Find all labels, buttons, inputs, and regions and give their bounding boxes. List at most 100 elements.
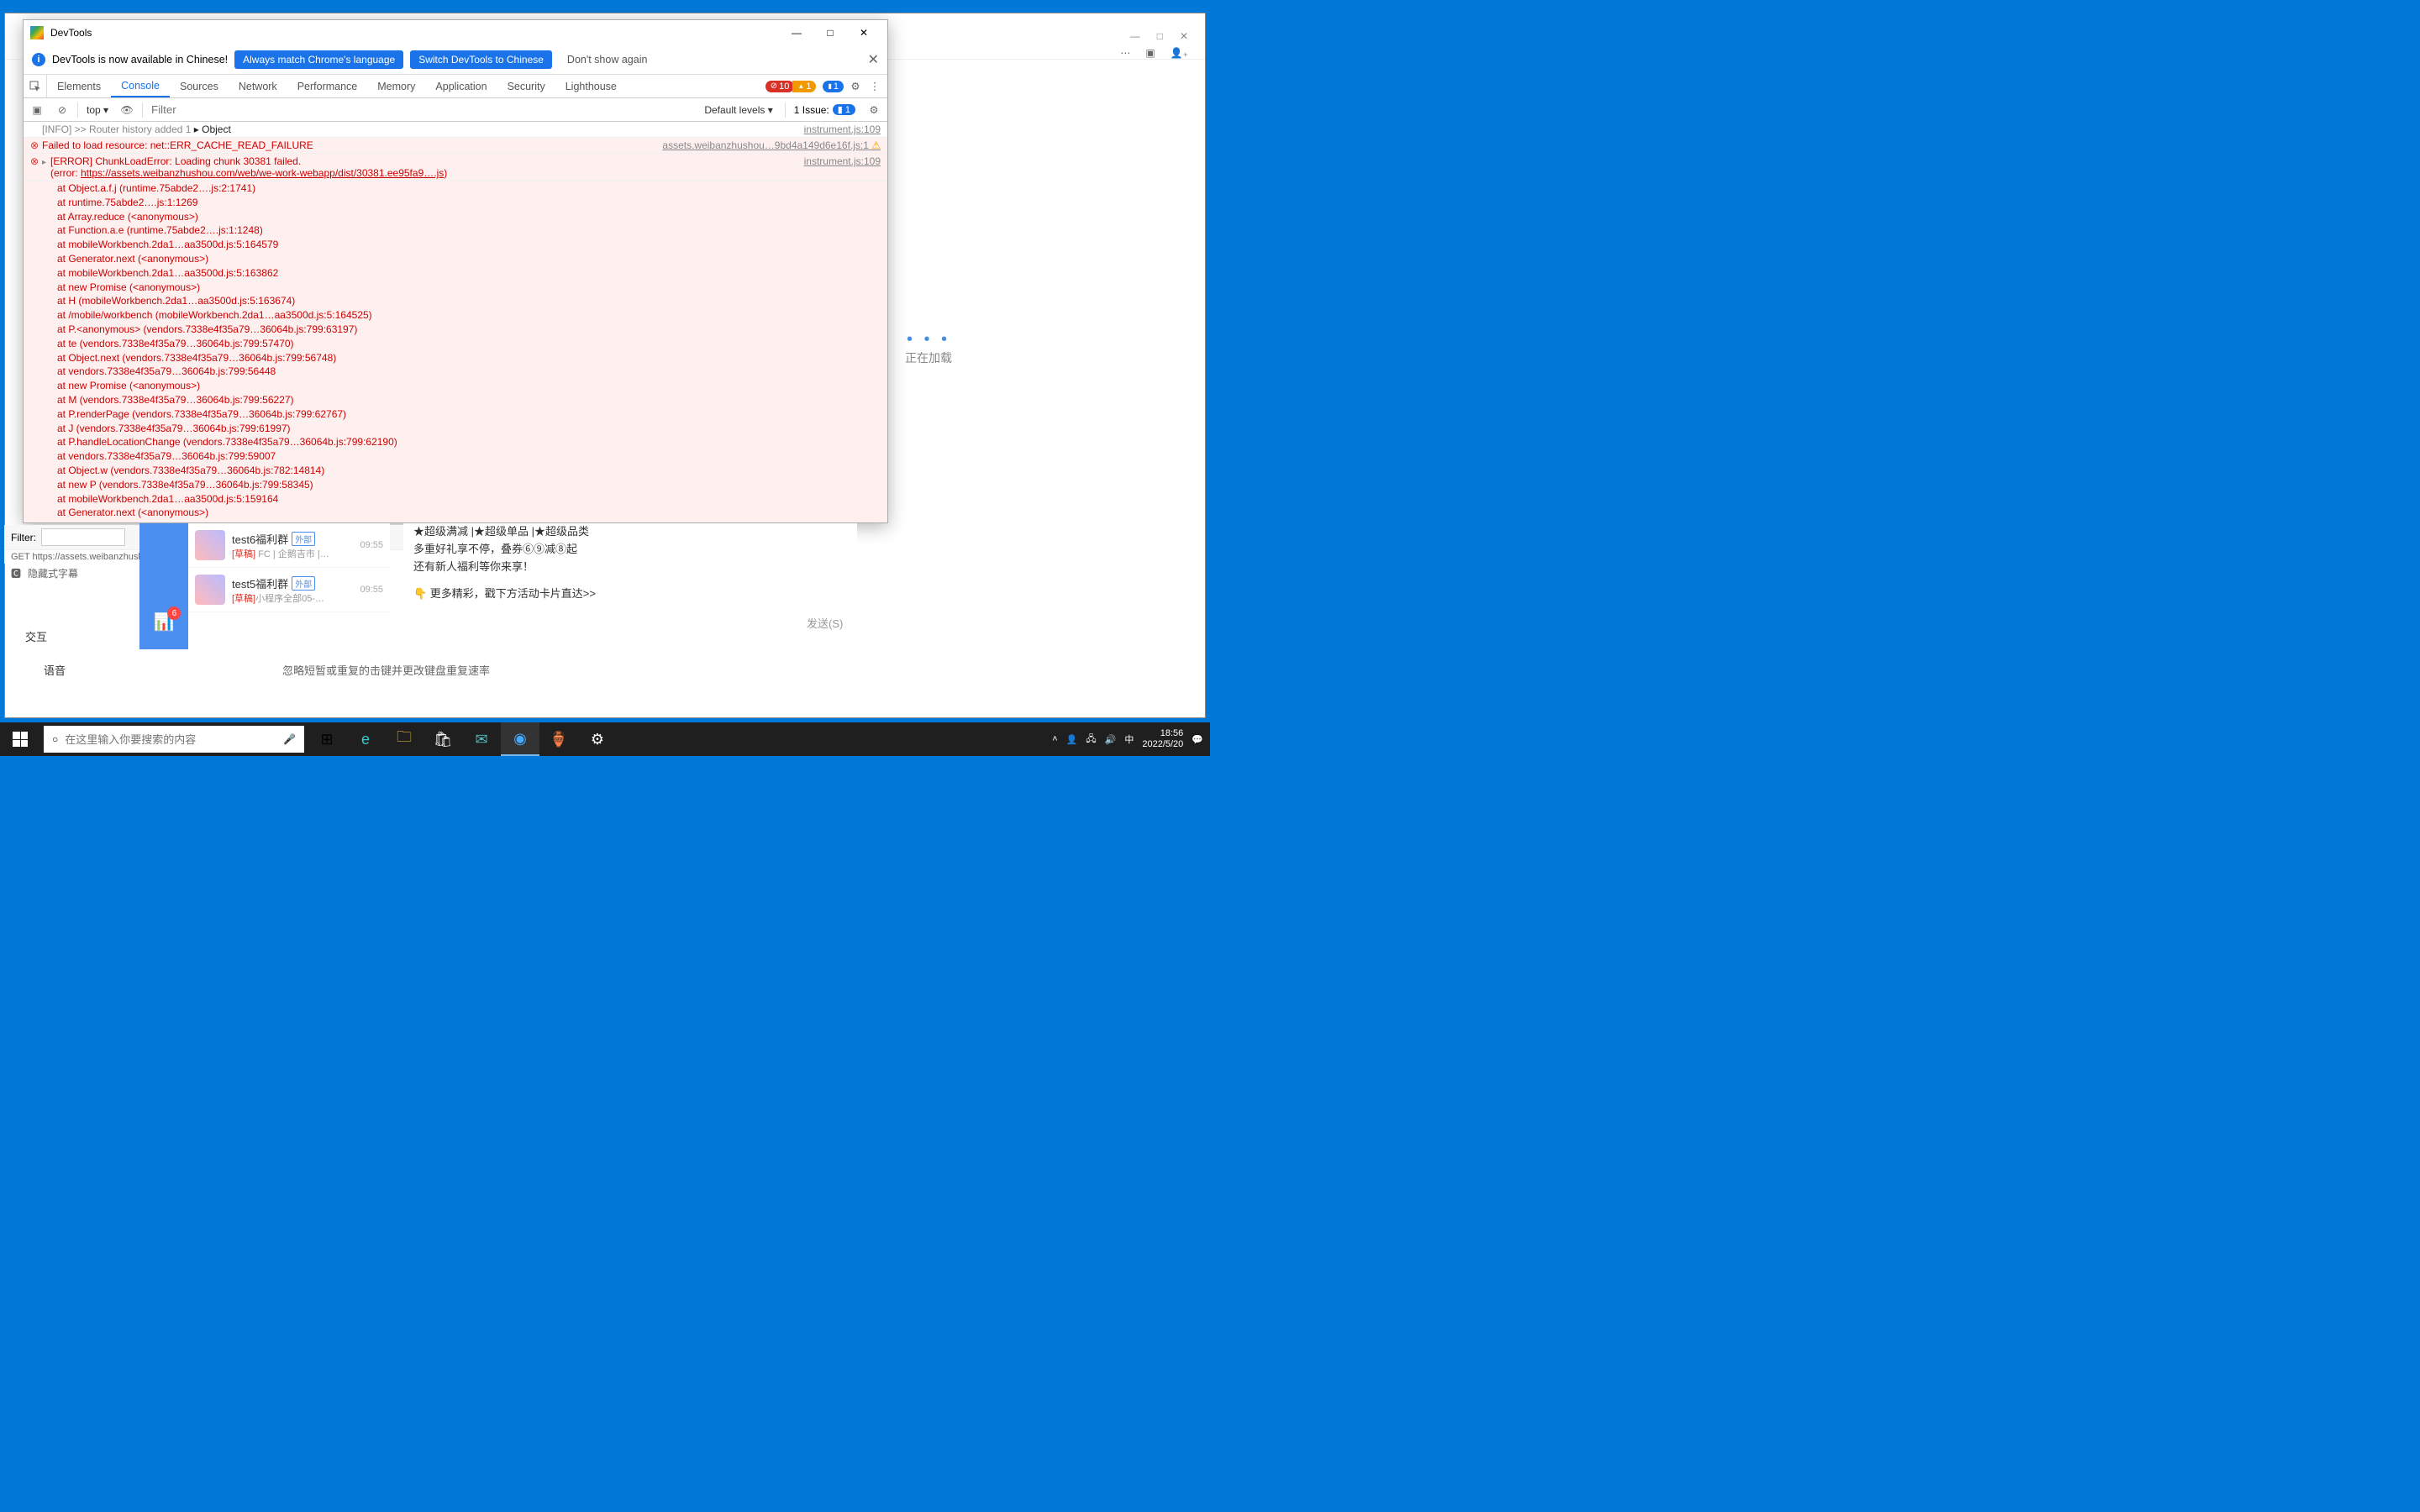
mail-icon[interactable]: ✉ — [462, 722, 501, 756]
maximize-button[interactable]: □ — [813, 20, 847, 45]
switch-language-button[interactable]: Switch DevTools to Chinese — [410, 50, 552, 69]
expand-icon[interactable] — [42, 155, 50, 179]
minimize-button[interactable]: — — [780, 20, 813, 45]
minimize-bg-icon[interactable]: — — [1130, 30, 1140, 42]
notifications-icon[interactable]: 💬 — [1192, 734, 1203, 745]
loading-dots-icon: • • • — [905, 330, 952, 349]
subtitle-icon: 🅲 — [11, 566, 21, 580]
avatar — [195, 575, 225, 605]
chat-item[interactable]: test6福利群外部 [草稿] FC | 企鹅吉市 |… 09:55 — [188, 523, 390, 568]
tab-console[interactable]: Console — [111, 75, 170, 97]
interact-section: 交互 — [25, 628, 47, 644]
filter-label: Filter: — [11, 532, 36, 543]
tab-network[interactable]: Network — [229, 75, 287, 97]
app-sidebar: 📊 6 — [139, 523, 188, 649]
chat-content: ★超级满减 |★超级单品 |★超级品类 多重好礼享不停，叠券⑥⑨减⑧起 还有新人… — [403, 523, 857, 603]
inspect-icon[interactable] — [24, 75, 47, 97]
loading-text: 正在加载 — [905, 349, 952, 366]
source-link[interactable]: instrument.js:109 — [804, 123, 881, 135]
console-toolbar: ▣ ⊘ top ▾ 👁 Default levels ▾ 1 Issue: ▮ … — [24, 98, 887, 122]
source-link[interactable]: assets.weibanzhushou…9bd4a149d6e16f.js:1 — [662, 139, 881, 151]
tab-performance[interactable]: Performance — [287, 75, 368, 97]
more-icon[interactable]: ⋯ — [1120, 47, 1130, 59]
search-icon: ○ — [52, 733, 58, 745]
log-row: Failed to load resource: net::ERR_CACHE_… — [24, 138, 887, 154]
log-row: [INFO] >> Router history added 1 ▸ Objec… — [24, 122, 887, 138]
tab-application[interactable]: Application — [425, 75, 497, 97]
start-button[interactable] — [0, 722, 40, 756]
tray-up-icon[interactable]: ˄ — [1052, 734, 1057, 744]
notice-text: DevTools is now available in Chinese! — [52, 54, 228, 66]
tab-memory[interactable]: Memory — [367, 75, 425, 97]
info-count-badge[interactable]: 1 — [823, 81, 844, 92]
devtools-window: DevTools — □ ✕ i DevTools is now availab… — [23, 19, 888, 523]
devtools-tabs: Elements Console Sources Network Perform… — [24, 75, 887, 98]
console-settings-icon[interactable]: ⚙ — [864, 104, 884, 116]
gear-icon[interactable]: ⚙ — [845, 80, 865, 92]
chat-item[interactable]: test5福利群外部 [草稿]小程序全部05-… 09:55 — [188, 568, 390, 612]
avatar — [195, 530, 225, 560]
console-output[interactable]: [INFO] >> Router history added 1 ▸ Objec… — [24, 122, 887, 522]
warning-count-badge[interactable]: 1 — [792, 81, 816, 92]
match-language-button[interactable]: Always match Chrome's language — [234, 50, 403, 69]
clock[interactable]: 18:56 2022/5/20 — [1142, 728, 1183, 750]
people-icon[interactable]: 👤 — [1066, 734, 1078, 745]
notice-close-icon[interactable]: ✕ — [868, 51, 879, 68]
tab-sources[interactable]: Sources — [170, 75, 229, 97]
loading-indicator: • • • 正在加载 — [905, 330, 952, 366]
tab-security[interactable]: Security — [497, 75, 555, 97]
stack-trace: at Object.a.f.j (runtime.75abde2….js:2:1… — [24, 181, 887, 522]
edge-icon[interactable]: e — [346, 722, 385, 756]
error-icon — [30, 155, 42, 179]
mic-icon[interactable]: 🎤 — [283, 733, 296, 745]
devtools-titlebar[interactable]: DevTools — □ ✕ — [24, 20, 887, 45]
taskbar: ○ 🎤 ⊞ e 🗀 🛍 ✉ ◉ 🏺 ⚙ ˄ 👤 🖧 🔊 中 18:56 2022… — [0, 722, 1210, 756]
issues-button[interactable]: 1 Issue: ▮ 1 — [794, 104, 855, 116]
settings-icon[interactable]: ⚙ — [578, 722, 617, 756]
info-icon: i — [32, 53, 45, 66]
taskbar-search[interactable]: ○ 🎤 — [44, 726, 304, 753]
more-menu-icon[interactable]: ⋮ — [867, 80, 882, 92]
source-link[interactable]: instrument.js:109 — [804, 155, 881, 179]
volume-icon[interactable]: 🔊 — [1105, 734, 1117, 745]
tab-elements[interactable]: Elements — [47, 75, 111, 97]
devtools-title: DevTools — [50, 27, 780, 39]
close-button[interactable]: ✕ — [847, 20, 881, 45]
search-input[interactable] — [65, 733, 276, 746]
windows-logo-icon — [13, 732, 28, 747]
ime-indicator[interactable]: 中 — [1124, 732, 1134, 746]
voice-section: 语音 — [44, 662, 66, 678]
error-icon — [30, 139, 42, 151]
chat-time: 09:55 — [360, 540, 383, 550]
devtools-app-icon — [30, 26, 44, 39]
send-button[interactable]: 发送(S) — [807, 615, 843, 631]
task-view-icon[interactable]: ⊞ — [308, 722, 346, 756]
log-row: [ERROR] ChunkLoadError: Loading chunk 30… — [24, 154, 887, 181]
live-expression-icon[interactable]: 👁 — [117, 104, 137, 116]
add-user-icon[interactable]: 👤₊ — [1171, 47, 1188, 59]
explorer-icon[interactable]: 🗀 — [385, 722, 424, 756]
screenshot-icon[interactable]: ▣ — [1145, 47, 1155, 59]
log-levels-selector[interactable]: Default levels ▾ — [701, 104, 776, 116]
keyboard-hint: 忽略短暂或重复的击键并更改键盘重复速率 — [282, 662, 490, 678]
stats-icon[interactable]: 📊 6 — [154, 612, 175, 633]
maximize-bg-icon[interactable]: □ — [1157, 30, 1163, 42]
system-tray: ˄ 👤 🖧 🔊 中 18:56 2022/5/20 💬 — [1052, 728, 1210, 750]
language-notice-bar: i DevTools is now available in Chinese! … — [24, 45, 887, 75]
clear-console-icon[interactable]: ⊘ — [52, 104, 72, 116]
dont-show-button[interactable]: Don't show again — [559, 50, 656, 69]
notification-badge: 6 — [167, 606, 181, 620]
chat-time: 09:55 — [360, 585, 383, 595]
app-icon-2[interactable]: 🏺 — [539, 722, 578, 756]
chat-list: test6福利群外部 [草稿] FC | 企鹅吉市 |… 09:55 test5… — [188, 523, 390, 612]
network-icon[interactable]: 🖧 — [1086, 732, 1096, 748]
close-bg-icon[interactable]: ✕ — [1180, 30, 1188, 42]
filter-field[interactable] — [41, 528, 125, 546]
tab-lighthouse[interactable]: Lighthouse — [555, 75, 627, 97]
app-icon-1[interactable]: ◉ — [501, 722, 539, 756]
error-count-badge[interactable]: 10 — [765, 81, 795, 92]
toggle-sidebar-icon[interactable]: ▣ — [27, 104, 47, 116]
store-icon[interactable]: 🛍 — [424, 722, 462, 756]
filter-input[interactable] — [148, 102, 696, 118]
context-selector[interactable]: top ▾ — [83, 104, 112, 116]
